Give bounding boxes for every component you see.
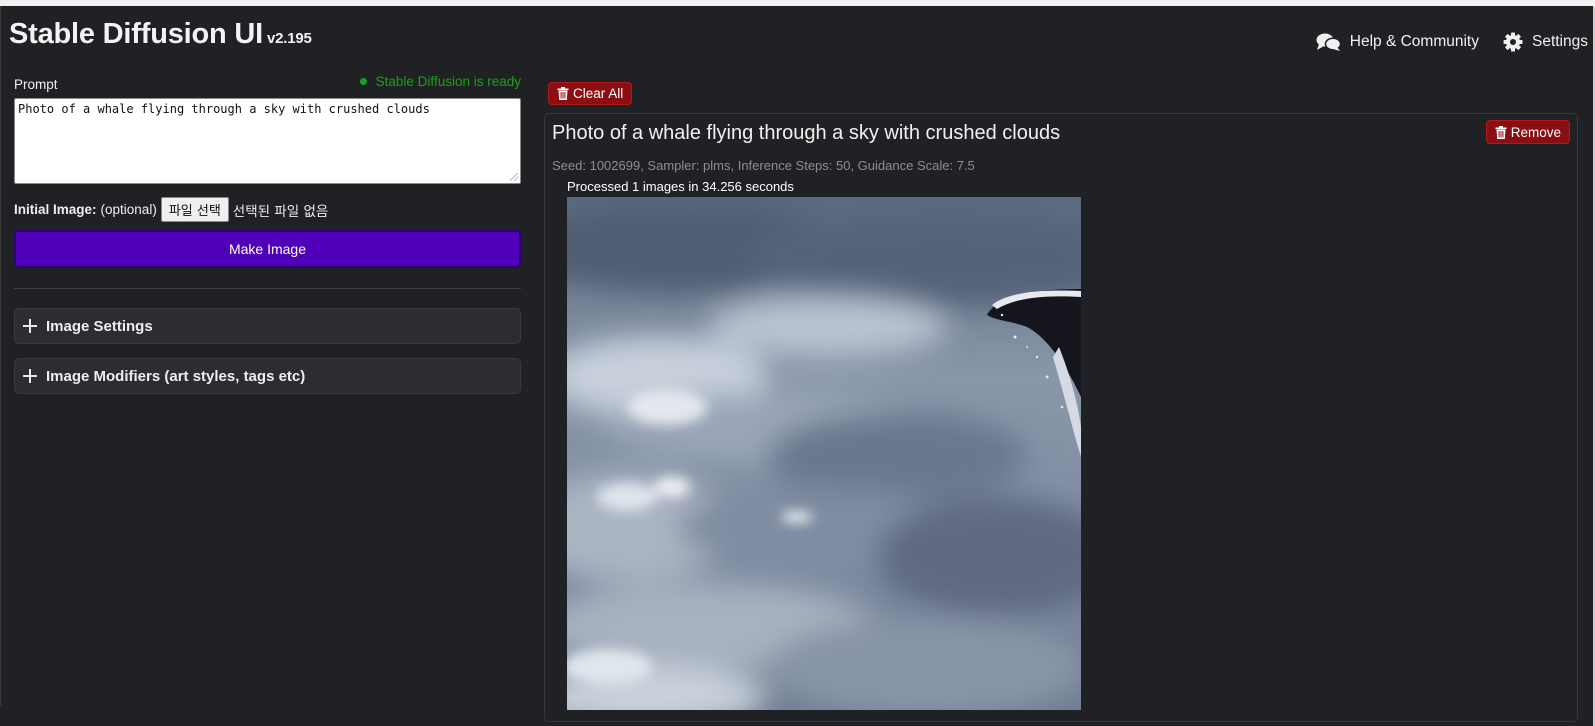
resize-grip-icon[interactable] <box>510 173 518 181</box>
status-dot-icon <box>359 78 367 85</box>
top-nav: Help & Community Settings <box>1316 32 1588 52</box>
remove-label: Remove <box>1510 124 1561 140</box>
make-image-button[interactable]: Make Image <box>14 230 521 268</box>
app-title: Stable Diffusion UI v2.195 <box>9 18 312 51</box>
initial-image-label: Initial Image: <box>14 202 97 217</box>
app-version: v2.195 <box>267 30 312 47</box>
initial-image-row: Initial Image: (optional) 파일 선택 선택된 파일 없… <box>14 197 328 222</box>
image-modifiers-label: Image Modifiers (art styles, tags etc) <box>46 367 306 385</box>
plus-icon <box>23 369 37 383</box>
chat-bubbles-icon <box>1316 33 1341 51</box>
result-processed-time: Processed 1 images in 34.256 seconds <box>567 179 794 194</box>
generated-image-art <box>567 197 1081 710</box>
initial-image-optional: (optional) <box>100 202 157 217</box>
no-file-text: 선택된 파일 없음 <box>232 203 329 220</box>
generated-image[interactable] <box>567 197 1081 710</box>
choose-file-button[interactable]: 파일 선택 <box>160 197 229 222</box>
status-text: Stable Diffusion is ready <box>375 74 521 89</box>
prompt-textarea[interactable]: Photo of a whale flying through a sky wi… <box>14 98 521 184</box>
help-community-label: Help & Community <box>1349 33 1479 50</box>
settings-link[interactable]: Settings <box>1503 32 1588 52</box>
prompt-label: Prompt <box>14 77 58 92</box>
help-community-link[interactable]: Help & Community <box>1316 32 1479 52</box>
gear-icon <box>1503 32 1523 52</box>
window-top-strip <box>0 0 1595 6</box>
clear-all-label: Clear All <box>573 86 624 101</box>
make-image-label: Make Image <box>228 241 307 257</box>
trash-icon <box>557 87 569 100</box>
divider <box>14 288 521 289</box>
app-title-text: Stable Diffusion UI <box>9 18 263 50</box>
status-indicator: Stable Diffusion is ready <box>359 74 521 89</box>
prompt-header: Prompt Stable Diffusion is ready <box>14 74 521 96</box>
remove-button[interactable]: Remove <box>1485 120 1570 144</box>
trash-icon <box>1495 125 1507 139</box>
left-panel: Prompt Stable Diffusion is ready Photo o… <box>14 74 521 394</box>
result-prompt-title: Photo of a whale flying through a sky wi… <box>552 122 1061 144</box>
clear-all-button[interactable]: Clear All <box>548 82 633 105</box>
image-settings-label: Image Settings <box>46 317 153 335</box>
window-left-edge <box>0 6 1 706</box>
result-meta: Seed: 1002699, Sampler: plms, Inference … <box>552 158 975 173</box>
prompt-text: Photo of a whale flying through a sky wi… <box>18 102 430 116</box>
image-settings-toggle[interactable]: Image Settings <box>14 308 521 344</box>
plus-icon <box>23 319 37 333</box>
result-card: Photo of a whale flying through a sky wi… <box>544 113 1578 722</box>
image-modifiers-toggle[interactable]: Image Modifiers (art styles, tags etc) <box>14 358 521 394</box>
settings-label: Settings <box>1531 33 1588 50</box>
